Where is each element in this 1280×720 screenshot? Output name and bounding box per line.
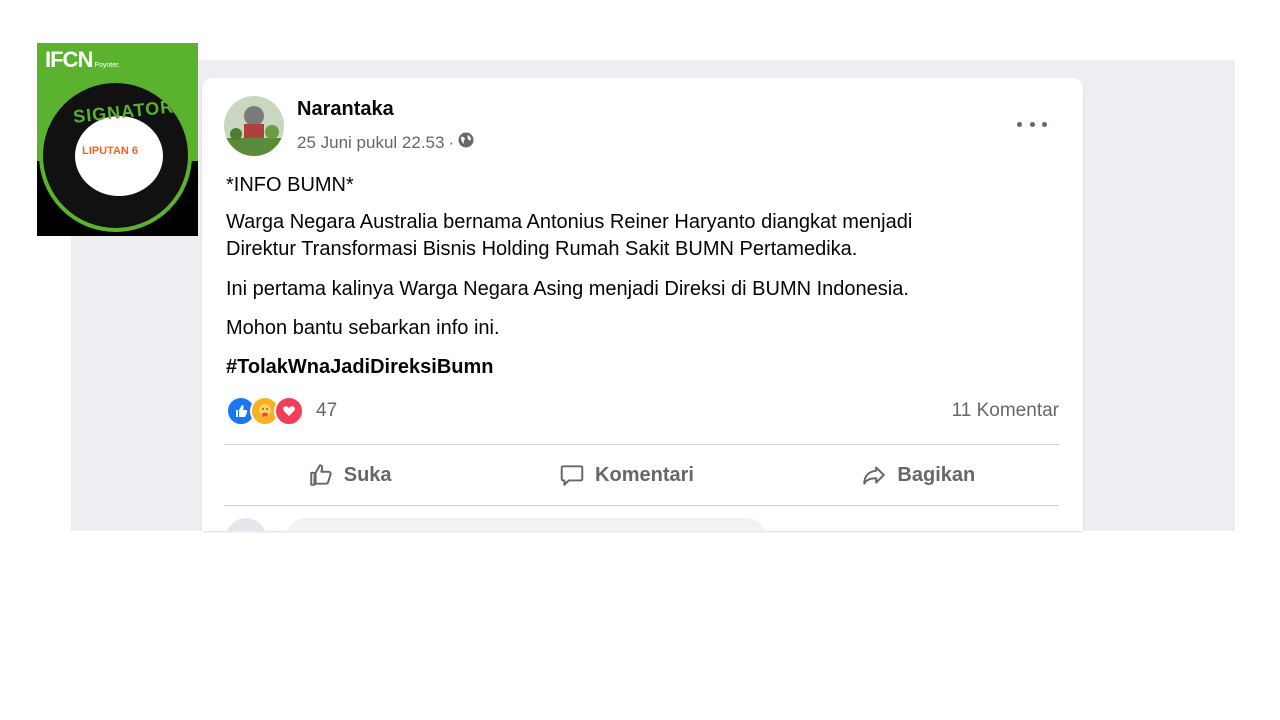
paragraph-1-line-1: Warga Negara Australia bernama Antonius … — [226, 211, 913, 233]
thumbs-up-icon — [310, 464, 332, 486]
ifcn-signatory-badge: IFCN Poynter. SIGNATORY LIPUTAN 6 — [37, 43, 198, 236]
post-actions-bar: Suka Komentari Bagikan — [224, 445, 1059, 505]
facebook-post: Narantaka 25 Juni pukul 22.53 · *INFO BU… — [202, 78, 1083, 531]
post-paragraph-3: Mohon bantu sebarkan info ini. — [226, 317, 500, 339]
share-button[interactable]: Bagikan — [841, 454, 995, 496]
post-paragraph-1: Warga Negara Australia bernama Antonius … — [226, 209, 912, 263]
paragraph-1-line-2: Direktur Transformasi Bisnis Holding Rum… — [226, 238, 858, 260]
dot-icon — [1017, 121, 1022, 127]
reaction-summary[interactable]: 47 — [226, 396, 337, 426]
reaction-count: 47 — [316, 400, 338, 421]
post-paragraph-2: Ini pertama kalinya Warga Negara Asing m… — [226, 278, 909, 300]
more-options-button[interactable] — [1017, 114, 1047, 134]
comment-count-link[interactable]: 11 Komentar — [952, 400, 1059, 422]
comment-input[interactable] — [286, 518, 766, 531]
globe-icon — [458, 132, 474, 153]
share-label: Bagikan — [897, 463, 976, 486]
dot-icon — [1042, 121, 1047, 127]
post-timestamp[interactable]: 25 Juni pukul 22.53 — [297, 133, 444, 153]
badge-org-logo: LIPUTAN 6 — [82, 145, 139, 157]
author-avatar[interactable] — [224, 96, 284, 156]
dot-icon — [1029, 121, 1035, 127]
like-button[interactable]: Suka — [288, 454, 412, 496]
ifcn-logo: IFCN Poynter. — [45, 47, 121, 72]
write-comment-row — [226, 518, 766, 531]
post-title-line: *INFO BUMN* — [226, 174, 354, 196]
comment-button[interactable]: Komentari — [539, 454, 714, 496]
divider — [224, 505, 1059, 506]
love-icon — [274, 396, 304, 426]
commenter-avatar — [226, 518, 266, 531]
avatar-image — [224, 96, 284, 156]
meta-separator: · — [448, 132, 455, 152]
comment-icon — [560, 465, 584, 486]
share-icon — [863, 466, 886, 485]
like-label: Suka — [343, 463, 392, 486]
hashtag-link[interactable]: #TolakWnaJadiDireksiBumn — [226, 354, 493, 381]
post-meta: 25 Juni pukul 22.53 · — [297, 132, 474, 153]
author-name[interactable]: Narantaka — [297, 98, 394, 121]
comment-label: Komentari — [595, 463, 694, 486]
